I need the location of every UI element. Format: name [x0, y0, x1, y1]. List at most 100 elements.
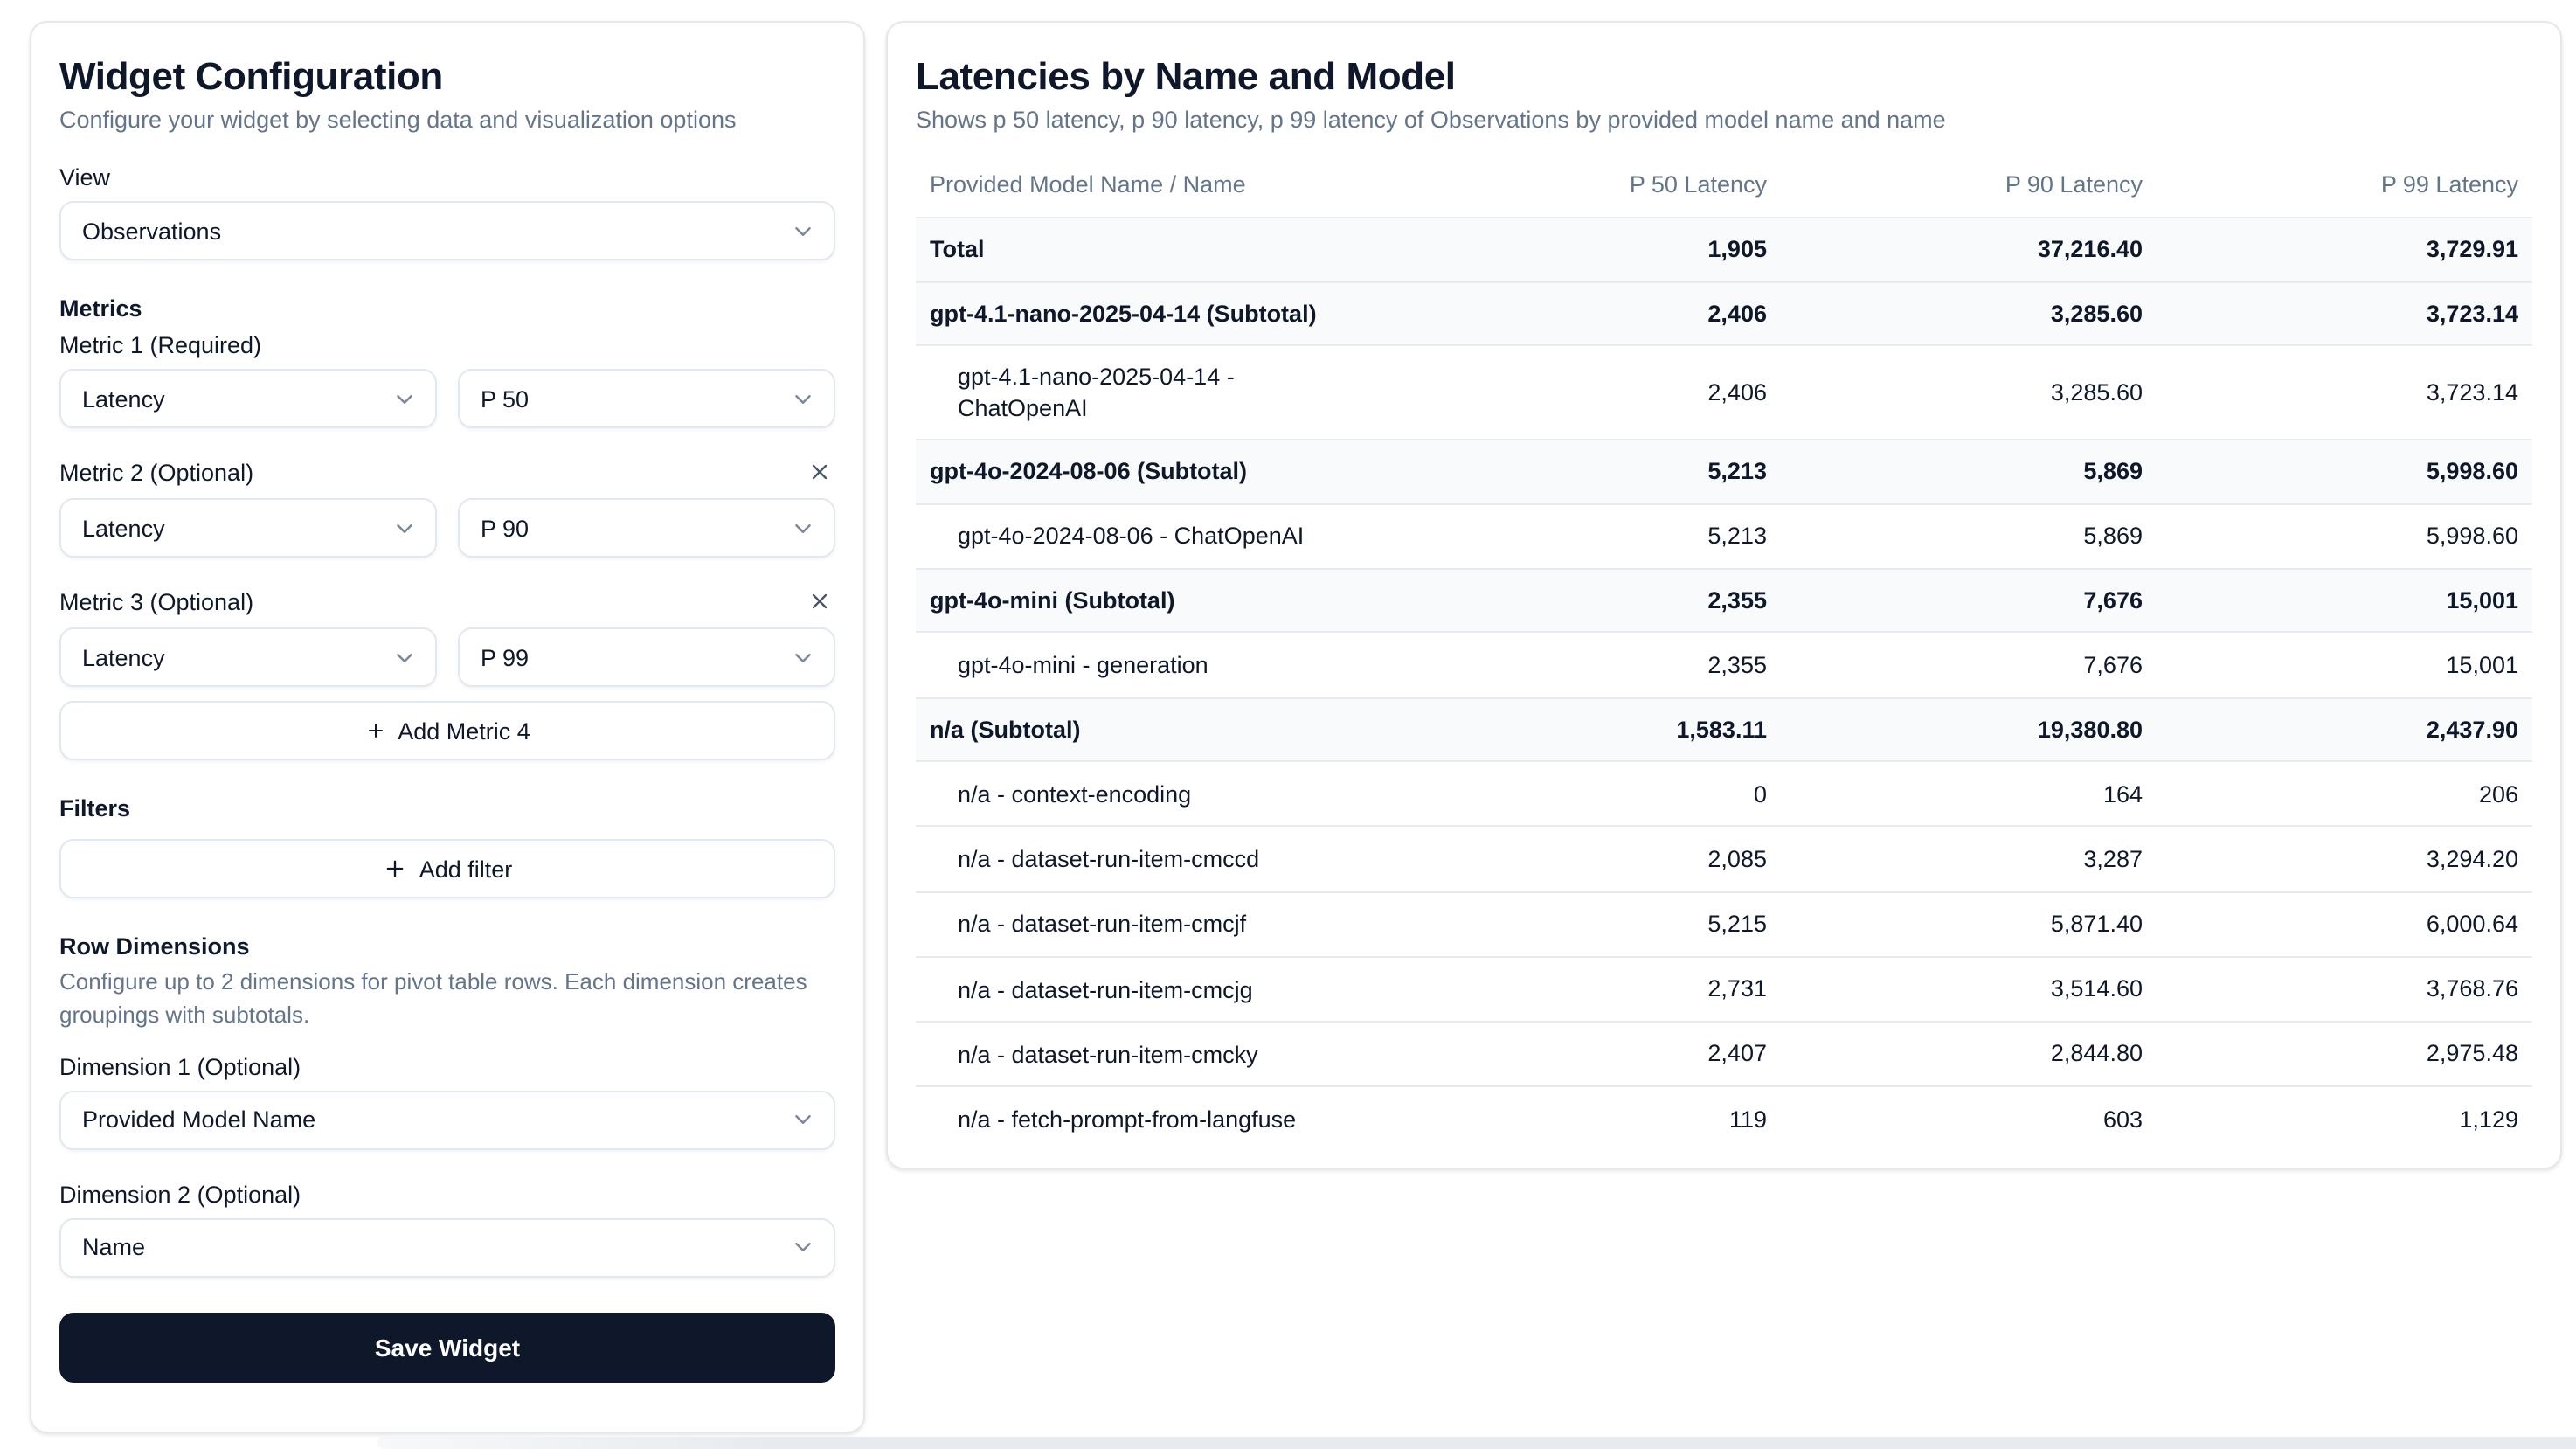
- table-row: n/a - dataset-run-item-cmccd2,0853,2873,…: [916, 827, 2532, 891]
- row-p50-value: 1,905: [1405, 218, 1781, 281]
- chevron-down-icon: [790, 1234, 816, 1260]
- table-row: gpt-4o-mini (Subtotal)2,3557,67615,001: [916, 569, 2532, 633]
- metric-1-aggregation-value: P 50: [481, 385, 529, 412]
- row-label: n/a (Subtotal): [916, 697, 1405, 761]
- preview-subtitle: Shows p 50 latency, p 90 latency, p 99 l…: [916, 107, 2532, 133]
- column-header-model-name: Provided Model Name / Name: [916, 154, 1405, 218]
- row-p50-value: 1,583.11: [1405, 697, 1781, 761]
- close-icon: [807, 463, 832, 489]
- row-p99-value: 5,998.60: [2157, 503, 2532, 568]
- row-p90-value: 37,216.40: [1781, 218, 2157, 281]
- row-p90-value: 2,844.80: [1781, 1022, 2157, 1086]
- row-p90-value: 5,869: [1781, 440, 2157, 503]
- table-row: Total1,90537,216.403,729.91: [916, 218, 2532, 281]
- row-p90-value: 7,676: [1781, 633, 2157, 697]
- remove-metric-3-button[interactable]: [804, 586, 835, 617]
- dimension-1-value: Provided Model Name: [82, 1106, 315, 1133]
- row-p99-value: 5,998.60: [2157, 440, 2532, 503]
- dimension-2-select[interactable]: Name: [59, 1217, 835, 1277]
- chevron-down-icon: [790, 515, 816, 541]
- table-row: gpt-4o-2024-08-06 (Subtotal)5,2135,8695,…: [916, 440, 2532, 503]
- table-row: n/a - dataset-run-item-cmcky2,4072,844.8…: [916, 1022, 2532, 1086]
- row-p99-value: 1,129: [2157, 1087, 2532, 1151]
- row-p50-value: 119: [1405, 1087, 1781, 1151]
- row-p50-value: 2,085: [1405, 827, 1781, 891]
- metric-2-aggregation-value: P 90: [481, 515, 529, 541]
- column-header-p90: P 90 Latency: [1781, 154, 2157, 218]
- metric-1-label: Metric 1 (Required): [59, 332, 835, 358]
- row-p90-value: 5,871.40: [1781, 891, 2157, 956]
- page: Widget Configuration Configure your widg…: [0, 0, 2576, 1449]
- save-widget-button[interactable]: Save Widget: [59, 1312, 835, 1382]
- metric-3-aggregation-select[interactable]: P 99: [458, 627, 835, 687]
- add-metric-button[interactable]: Add Metric 4: [59, 701, 835, 760]
- row-p99-value: 3,723.14: [2157, 281, 2532, 345]
- row-p99-value: 3,294.20: [2157, 827, 2532, 891]
- row-p50-value: 2,355: [1405, 633, 1781, 697]
- row-p50-value: 2,407: [1405, 1022, 1781, 1086]
- row-label: n/a - dataset-run-item-cmcky: [916, 1022, 1405, 1086]
- row-p50-value: 2,731: [1405, 957, 1781, 1022]
- row-label: n/a - dataset-run-item-cmccd: [916, 827, 1405, 891]
- table-row: n/a - fetch-prompt-from-langfuse1196031,…: [916, 1087, 2532, 1151]
- row-p99-value: 6,000.64: [2157, 891, 2532, 956]
- metric-2-label: Metric 2 (Optional): [59, 459, 253, 485]
- view-select[interactable]: Observations: [59, 201, 835, 260]
- row-p99-value: 3,768.76: [2157, 957, 2532, 1022]
- preview-title: Latencies by Name and Model: [916, 54, 2532, 100]
- table-row: gpt-4o-2024-08-06 - ChatOpenAI5,2135,869…: [916, 503, 2532, 568]
- row-label: n/a - fetch-prompt-from-langfuse: [916, 1087, 1405, 1151]
- row-label: gpt-4o-mini (Subtotal): [916, 569, 1405, 633]
- metric-2-measure-select[interactable]: Latency: [59, 498, 437, 558]
- add-filter-button[interactable]: Add filter: [59, 839, 835, 898]
- metrics-section-label: Metrics: [59, 295, 835, 322]
- row-p99-value: 3,723.14: [2157, 345, 2532, 440]
- horizontal-scrollbar[interactable]: [377, 1437, 2576, 1449]
- add-filter-label: Add filter: [419, 856, 513, 882]
- metric-1-measure-select[interactable]: Latency: [59, 369, 437, 428]
- chevron-down-icon: [391, 515, 418, 541]
- metric-1-measure-value: Latency: [82, 385, 165, 412]
- widget-configuration-panel: Widget Configuration Configure your widg…: [30, 21, 865, 1433]
- table-row: n/a - context-encoding0164206: [916, 761, 2532, 826]
- row-label: gpt-4o-mini - generation: [916, 633, 1405, 697]
- row-p50-value: 5,213: [1405, 440, 1781, 503]
- row-label: gpt-4o-2024-08-06 - ChatOpenAI: [916, 503, 1405, 568]
- table-row: n/a (Subtotal)1,583.1119,380.802,437.90: [916, 697, 2532, 761]
- row-label: Total: [916, 218, 1405, 281]
- row-p50-value: 2,406: [1405, 281, 1781, 345]
- filters-section-label: Filters: [59, 795, 835, 822]
- table-row: gpt-4.1-nano-2025-04-14 (Subtotal)2,406 3…: [916, 281, 2532, 345]
- dimension-1-select[interactable]: Provided Model Name: [59, 1090, 835, 1149]
- table-row: n/a - dataset-run-item-cmcjg2,7313,514.6…: [916, 957, 2532, 1022]
- dimension-2-value: Name: [82, 1234, 145, 1260]
- row-p90-value: 3,514.60: [1781, 957, 2157, 1022]
- remove-metric-2-button[interactable]: [804, 456, 835, 488]
- row-dimensions-description: Configure up to 2 dimensions for pivot t…: [59, 967, 835, 1032]
- row-p50-value: 2,406: [1405, 345, 1781, 440]
- metric-1-aggregation-select[interactable]: P 50: [458, 369, 835, 428]
- row-p50-value: 2,355: [1405, 569, 1781, 633]
- column-header-p99: P 99 Latency: [2157, 154, 2532, 218]
- row-p90-value: 3,285.60: [1781, 345, 2157, 440]
- row-label: n/a - dataset-run-item-cmcjf: [916, 891, 1405, 956]
- table-row: gpt-4.1-nano-2025-04-14 - ChatOpenAI2,40…: [916, 345, 2532, 440]
- row-p90-value: 164: [1781, 761, 2157, 826]
- row-dimensions-section-label: Row Dimensions: [59, 933, 835, 960]
- row-label: gpt-4.1-nano-2025-04-14 (Subtotal): [916, 281, 1405, 345]
- plus-icon: [383, 856, 407, 881]
- row-p99-value: 2,437.90: [2157, 697, 2532, 761]
- metric-2-aggregation-select[interactable]: P 90: [458, 498, 835, 558]
- latencies-preview-panel: Latencies by Name and Model Shows p 50 l…: [886, 21, 2562, 1170]
- chevron-down-icon: [391, 385, 418, 412]
- close-icon: [807, 593, 832, 619]
- row-p90-value: 7,676: [1781, 569, 2157, 633]
- row-p99-value: 15,001: [2157, 569, 2532, 633]
- row-p99-value: 15,001: [2157, 633, 2532, 697]
- metric-3-measure-select[interactable]: Latency: [59, 627, 437, 687]
- table-row: n/a - dataset-run-item-cmcjf5,2155,871.4…: [916, 891, 2532, 956]
- metric-2-measure-value: Latency: [82, 515, 165, 541]
- chevron-down-icon: [790, 218, 816, 244]
- chevron-down-icon: [790, 1106, 816, 1133]
- dimension-2-label: Dimension 2 (Optional): [59, 1181, 835, 1207]
